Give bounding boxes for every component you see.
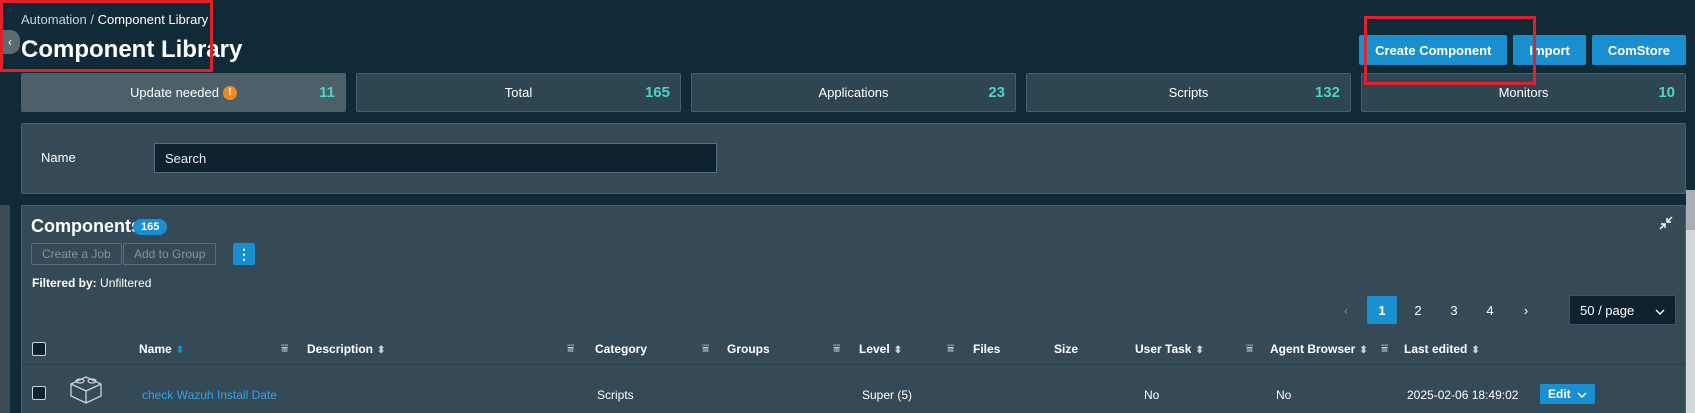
header-actions: Create Component Import ComStore [1359, 35, 1686, 65]
col-last-edited[interactable]: Last edited ⬍ [1404, 342, 1480, 356]
col-groups[interactable]: Groups [727, 342, 770, 356]
breadcrumb-separator: / [86, 12, 98, 27]
chevron-down-icon [1655, 303, 1665, 318]
col-files[interactable]: Files [973, 342, 1000, 356]
col-user-task[interactable]: User Task ⬍ [1135, 342, 1204, 356]
breadcrumb: Automation / Component Library [21, 12, 208, 27]
filter-icon[interactable]: ⩸ [833, 341, 840, 356]
edit-button[interactable]: Edit [1540, 384, 1595, 404]
sidebar-toggle-icon[interactable]: ‹ [0, 30, 20, 54]
cell-last-edited: 2025-02-06 18:49:02 [1407, 388, 1519, 402]
component-package-icon [67, 372, 105, 409]
per-page-select[interactable]: 50 / page [1569, 295, 1676, 325]
filter-icon[interactable]: ⩸ [567, 341, 574, 356]
per-page-value: 50 / page [1580, 302, 1635, 318]
page-2[interactable]: 2 [1403, 296, 1433, 324]
breadcrumb-current: Component Library [97, 12, 209, 27]
comstore-button[interactable]: ComStore [1591, 35, 1686, 65]
name-filter-label: Name [41, 150, 76, 165]
col-agent-browser-label: Agent Browser [1270, 342, 1356, 356]
select-all-checkbox[interactable] [32, 342, 46, 356]
col-last-edited-label: Last edited [1404, 342, 1468, 356]
col-files-label: Files [973, 342, 1001, 356]
col-category-label: Category [595, 342, 648, 356]
col-agent-browser[interactable]: Agent Browser ⬍ [1270, 342, 1368, 356]
import-button[interactable]: Import [1513, 35, 1586, 65]
stat-label: Scripts [1168, 85, 1209, 100]
cell-level: Super (5) [862, 388, 913, 402]
create-component-button[interactable]: Create Component [1359, 35, 1508, 65]
filtered-by: Filtered by: Unfiltered [32, 276, 151, 290]
cell-agent-browser: No [1276, 388, 1292, 402]
stat-scripts[interactable]: Scripts 132 [1026, 73, 1351, 112]
components-count-badge: 165 [133, 219, 168, 235]
components-panel: Components 165 Create a Job Add to Group… [21, 205, 1686, 413]
col-groups-label: Groups [727, 342, 770, 356]
filter-icon[interactable]: ⩸ [1246, 341, 1253, 356]
chevron-down-icon [1577, 387, 1587, 401]
table-header: Name ⬍ ⩸ Description ⬍ ⩸ Category ⩸ Groups… [22, 333, 1685, 365]
sort-icon[interactable]: ⬍ [1195, 345, 1203, 356]
prev-page-icon[interactable]: ‹ [1331, 296, 1361, 324]
stats-bar: Update needed! 11 Total 165 Applications… [21, 73, 1686, 112]
stat-value: 10 [1658, 84, 1675, 101]
warning-icon: ! [222, 86, 237, 101]
left-strip [0, 205, 10, 413]
stat-value: 165 [644, 84, 670, 101]
sort-icon[interactable]: ⬍ [894, 345, 902, 356]
add-to-group-button[interactable]: Add to Group [123, 243, 217, 265]
search-input[interactable] [154, 143, 717, 173]
sort-icon[interactable]: ⬍ [176, 345, 184, 356]
breadcrumb-parent[interactable]: Automation [21, 12, 87, 27]
filtered-by-value: Unfiltered [100, 276, 152, 290]
stat-total[interactable]: Total 165 [356, 73, 681, 112]
stat-value: 11 [319, 84, 335, 101]
row-checkbox[interactable] [32, 386, 46, 400]
collapse-icon[interactable] [1659, 216, 1673, 233]
col-description-label: Description [307, 342, 374, 356]
more-options-icon[interactable]: ⋮ [233, 243, 255, 265]
col-user-task-label: User Task [1135, 342, 1192, 356]
filter-icon[interactable]: ⩸ [1381, 341, 1388, 356]
page-title: Component Library [21, 36, 243, 63]
col-category[interactable]: Category [595, 342, 647, 356]
stat-label: Monitors [1498, 85, 1549, 100]
sort-icon[interactable]: ⬍ [1359, 345, 1367, 356]
sort-icon[interactable]: ⬍ [1471, 345, 1479, 356]
stat-applications[interactable]: Applications 23 [691, 73, 1016, 112]
component-name-link[interactable]: check Wazuh Install Date [142, 388, 277, 402]
col-level[interactable]: Level ⬍ [859, 342, 902, 356]
col-name[interactable]: Name ⬍ [139, 342, 184, 356]
stat-label: Total [504, 85, 533, 100]
stat-value: 132 [1314, 84, 1340, 101]
edit-label: Edit [1548, 387, 1571, 401]
filter-icon[interactable]: ⩸ [281, 341, 288, 356]
filter-panel: Name [21, 123, 1686, 194]
cell-category: Scripts [597, 388, 634, 402]
page-3[interactable]: 3 [1439, 296, 1469, 324]
cell-user-task: No [1144, 388, 1160, 402]
pagination: ‹ 1 2 3 4 › 50 / page [1331, 295, 1676, 325]
col-description[interactable]: Description ⬍ [307, 342, 385, 356]
next-page-icon[interactable]: › [1511, 296, 1541, 324]
stat-monitors[interactable]: Monitors 10 [1361, 73, 1686, 112]
col-level-label: Level [859, 342, 890, 356]
stat-value: 23 [988, 84, 1005, 101]
col-size-label: Size [1054, 342, 1079, 356]
stat-update-needed[interactable]: Update needed! 11 [21, 73, 346, 112]
filtered-by-label: Filtered by: [32, 276, 97, 290]
stat-label: Applications [818, 85, 889, 100]
create-job-button[interactable]: Create a Job [31, 243, 122, 265]
filter-icon[interactable]: ⩸ [947, 341, 954, 356]
col-name-label: Name [139, 342, 172, 356]
stat-label: Update needed [130, 84, 219, 100]
col-size[interactable]: Size [1054, 342, 1078, 356]
sort-icon[interactable]: ⬍ [377, 345, 385, 356]
page-1[interactable]: 1 [1367, 296, 1397, 324]
table-row[interactable]: check Wazuh Install Date Scripts Super (… [22, 366, 1685, 413]
page-4[interactable]: 4 [1475, 296, 1505, 324]
filter-icon[interactable]: ⩸ [702, 341, 709, 356]
scrollbar-thumb[interactable] [1686, 190, 1695, 230]
components-title: Components [31, 216, 141, 236]
